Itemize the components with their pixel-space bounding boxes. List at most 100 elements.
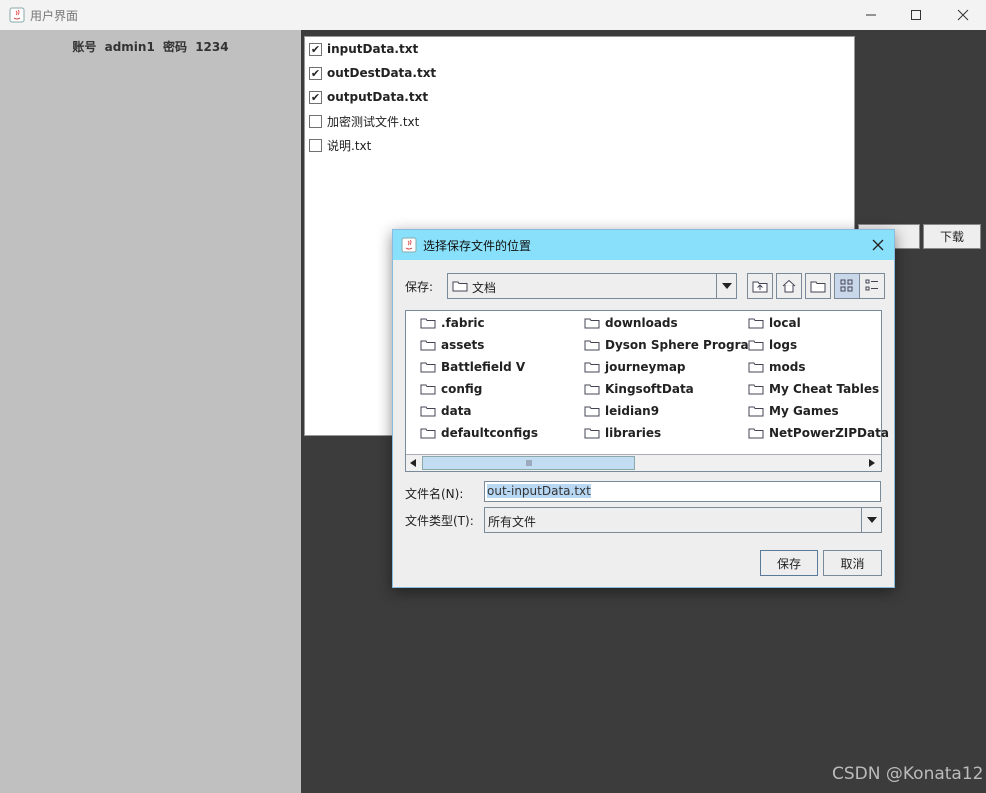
folder-item[interactable]: config	[420, 380, 482, 398]
maximize-button[interactable]	[893, 0, 939, 30]
file-item[interactable]: ✔ inputData.txt	[309, 39, 418, 59]
folder-icon	[748, 428, 764, 439]
checkbox-checked[interactable]: ✔	[309, 90, 322, 104]
minimize-button[interactable]	[848, 0, 894, 30]
folder-item[interactable]: Battlefield V	[420, 358, 525, 376]
folder-item[interactable]: logs	[748, 336, 797, 354]
scroll-left-icon[interactable]	[406, 455, 420, 471]
password-label: 密码	[162, 40, 187, 54]
folder-name: assets	[441, 338, 485, 352]
folder-item[interactable]: downloads	[584, 314, 678, 332]
chevron-down-icon[interactable]	[861, 508, 882, 532]
save-in-dropdown[interactable]: 文档	[447, 273, 737, 299]
filetype-label: 文件类型(T):	[405, 514, 474, 528]
checkbox-unchecked[interactable]	[309, 114, 322, 128]
account-label: 账号	[72, 40, 97, 54]
folder-name: mods	[769, 360, 806, 374]
folder-name: NetPowerZIPData	[769, 426, 889, 440]
folder-item[interactable]: leidian9	[584, 402, 659, 420]
cancel-button[interactable]: 取消	[823, 550, 882, 576]
download-button[interactable]: 下载	[923, 224, 981, 249]
folder-name: defaultconfigs	[441, 426, 538, 440]
home-button[interactable]	[776, 273, 802, 299]
folder-icon	[420, 362, 436, 373]
folder-name: leidian9	[605, 404, 660, 418]
file-item[interactable]: ✔ outDestData.txt	[309, 63, 436, 83]
folder-icon	[584, 318, 600, 329]
dialog-titlebar: 选择保存文件的位置	[393, 230, 894, 260]
folder-name: logs	[769, 338, 798, 352]
close-icon	[872, 239, 884, 251]
folder-icon	[748, 340, 764, 351]
folder-item[interactable]: KingsoftData	[584, 380, 694, 398]
file-item[interactable]: 说明.txt	[309, 135, 371, 155]
folder-icon	[420, 428, 436, 439]
dialog-title: 选择保存文件的位置	[423, 239, 532, 253]
new-folder-button[interactable]	[805, 273, 831, 299]
folder-icon	[420, 340, 436, 351]
window-title: 用户界面	[30, 9, 79, 23]
folder-name: data	[441, 404, 472, 418]
folder-item[interactable]: journeymap	[584, 358, 686, 376]
folder-name: libraries	[605, 426, 662, 440]
up-folder-icon	[752, 281, 768, 293]
folder-icon	[452, 280, 468, 295]
folder-name: My Cheat Tables	[769, 382, 880, 396]
checkbox-checked[interactable]: ✔	[309, 42, 322, 56]
folder-icon	[748, 318, 764, 329]
folder-item[interactable]: mods	[748, 358, 805, 376]
list-view-button[interactable]	[834, 273, 860, 299]
password-value: 1234	[195, 40, 229, 54]
folder-item[interactable]: data	[420, 402, 472, 420]
folder-item[interactable]: defaultconfigs	[420, 424, 538, 442]
scrollbar-thumb[interactable]	[422, 456, 635, 470]
save-in-value: 文档	[472, 281, 497, 295]
folder-icon	[748, 406, 764, 417]
file-name: 说明.txt	[327, 138, 372, 153]
home-icon	[782, 279, 796, 293]
minimize-icon	[866, 14, 876, 16]
folder-icon	[584, 384, 600, 395]
folder-item[interactable]: libraries	[584, 424, 661, 442]
account-info: 账号 admin1 密码 1234	[0, 38, 301, 55]
folder-name: journeymap	[605, 360, 686, 374]
filename-value: out-inputData.txt	[487, 484, 591, 498]
folder-item[interactable]: Dyson Sphere Program	[584, 336, 761, 354]
save-button[interactable]: 保存	[760, 550, 818, 576]
list-view-icon	[840, 279, 853, 292]
folder-icon	[420, 318, 436, 329]
folder-icon	[584, 406, 600, 417]
file-name: outDestData.txt	[327, 66, 437, 80]
save-file-dialog: 选择保存文件的位置 保存: 文档 .fabric assets Battlefiel…	[392, 229, 895, 588]
chevron-down-icon[interactable]	[716, 274, 737, 298]
folder-item[interactable]: My Games	[748, 402, 839, 420]
filename-label: 文件名(N):	[405, 487, 464, 501]
horizontal-scrollbar[interactable]	[406, 454, 881, 471]
folder-icon	[748, 362, 764, 373]
account-value: admin1	[104, 40, 155, 54]
folder-item[interactable]: local	[748, 314, 801, 332]
watermark: CSDN @Konata12	[832, 764, 984, 784]
checkbox-unchecked[interactable]	[309, 138, 322, 152]
folder-icon	[584, 362, 600, 373]
details-view-button[interactable]	[859, 273, 885, 299]
file-item[interactable]: ✔ outputData.txt	[309, 87, 428, 107]
checkbox-checked[interactable]: ✔	[309, 66, 322, 80]
dialog-close-button[interactable]	[868, 235, 888, 255]
file-item[interactable]: 加密测试文件.txt	[309, 111, 419, 131]
scroll-right-icon[interactable]	[865, 455, 879, 471]
folder-icon	[420, 384, 436, 395]
folder-item[interactable]: My Cheat Tables	[748, 380, 879, 398]
folder-item[interactable]: assets	[420, 336, 484, 354]
file-name: 加密测试文件.txt	[327, 114, 420, 129]
close-button[interactable]	[940, 0, 986, 30]
folder-icon	[584, 428, 600, 439]
filename-input[interactable]: out-inputData.txt	[484, 481, 881, 502]
details-view-icon	[865, 279, 878, 291]
left-panel: 账号 admin1 密码 1234	[0, 30, 301, 793]
filetype-dropdown[interactable]: 所有文件	[484, 507, 882, 533]
up-folder-button[interactable]	[747, 273, 773, 299]
folder-item[interactable]: NetPowerZIPData	[748, 424, 889, 442]
folder-icon	[420, 406, 436, 417]
folder-item[interactable]: .fabric	[420, 314, 485, 332]
